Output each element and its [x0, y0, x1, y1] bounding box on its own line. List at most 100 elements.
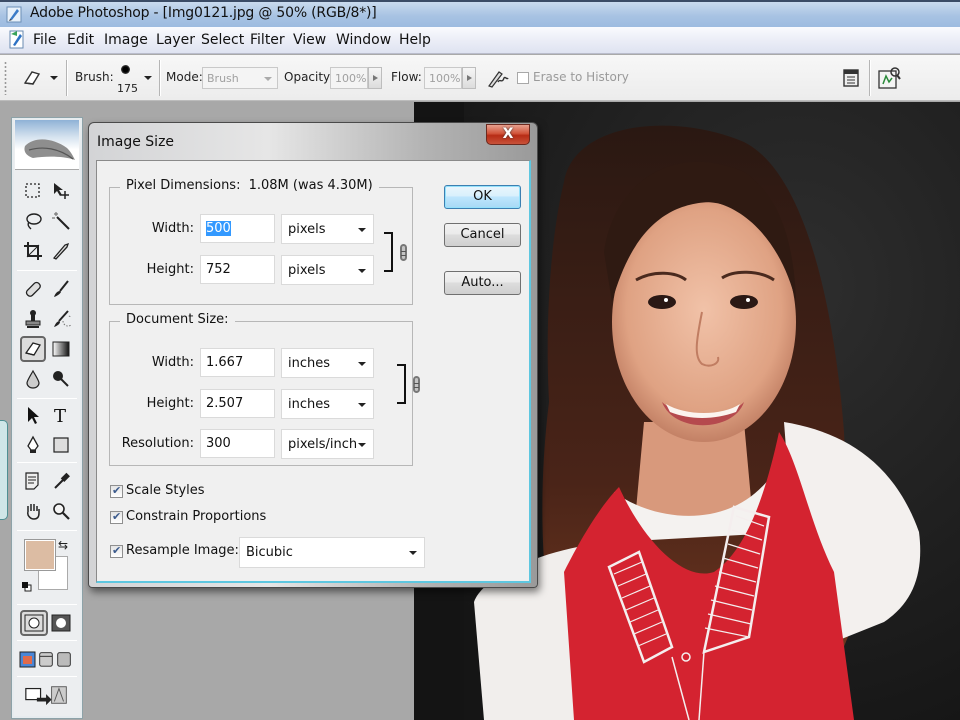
menu-window[interactable]: Window	[336, 32, 391, 48]
tool-options-palette-icon[interactable]	[842, 68, 860, 88]
resolution-unit-select[interactable]: pixels/inch	[281, 429, 374, 459]
document-height-unit-select[interactable]: inches	[281, 389, 374, 419]
eraser-icon[interactable]	[22, 68, 42, 88]
options-bar-grip[interactable]	[4, 61, 7, 95]
menu-view[interactable]: View	[293, 32, 326, 48]
blur-tool[interactable]	[20, 366, 46, 392]
pixel-height-unit-select[interactable]: pixels	[281, 255, 374, 285]
dodge-icon	[53, 371, 69, 387]
scale-styles-checkbox[interactable]	[110, 484, 123, 498]
pixel-height-input[interactable]: 752	[200, 255, 275, 284]
collapsed-panel-edge[interactable]	[0, 420, 8, 520]
opacity-slider-button[interactable]	[368, 67, 382, 89]
brush-tool[interactable]	[48, 276, 74, 302]
flow-slider-button[interactable]	[462, 67, 476, 89]
flow-input[interactable]: 100%	[424, 67, 462, 89]
brush-preview-icon[interactable]	[121, 65, 130, 74]
menu-image[interactable]: Image	[104, 32, 148, 48]
erase-to-history-checkbox[interactable]	[517, 72, 529, 84]
opacity-label: Opacity:	[284, 70, 334, 84]
brush-size: 175	[117, 82, 138, 95]
magic-wand-tool[interactable]	[48, 208, 74, 234]
rectangular-marquee-tool[interactable]	[20, 178, 46, 204]
pixel-dimensions-header: Pixel Dimensions: 1.08M (was 4.30M)	[120, 178, 379, 193]
file-browser-icon[interactable]	[876, 65, 902, 91]
menu-select[interactable]: Select	[201, 32, 244, 48]
menu-help[interactable]: Help	[399, 32, 431, 48]
document-height-input[interactable]: 2.507	[200, 389, 275, 418]
jump-to-imageready-button[interactable]	[22, 682, 72, 708]
eraser-tool[interactable]	[20, 336, 46, 362]
clone-stamp-tool[interactable]	[20, 306, 46, 332]
crop-tool[interactable]	[20, 238, 46, 264]
menu-file[interactable]: File	[33, 32, 56, 48]
document-width-input[interactable]: 1.667	[200, 348, 275, 377]
ok-button[interactable]: OK	[444, 185, 521, 209]
resample-method-select[interactable]: Bicubic	[239, 537, 425, 568]
swap-colors-icon[interactable]: ⇆	[58, 538, 68, 552]
pixel-height-label: Height:	[146, 262, 194, 277]
foreground-color-swatch[interactable]	[24, 539, 56, 571]
resample-image-checkbox[interactable]	[110, 544, 123, 558]
eraser-icon	[24, 342, 41, 356]
opacity-input[interactable]: 100%	[330, 67, 368, 89]
constrain-proportions-checkbox[interactable]	[110, 510, 123, 524]
auto-button[interactable]: Auto...	[444, 271, 521, 295]
menu-filter[interactable]: Filter	[250, 32, 285, 48]
resolution-label: Resolution:	[121, 436, 194, 451]
imageready-icon	[25, 686, 67, 706]
standard-screen-mode-button[interactable]	[18, 646, 38, 672]
menu-layer[interactable]: Layer	[156, 32, 195, 48]
zoom-tool[interactable]	[48, 498, 74, 524]
history-brush-tool[interactable]	[48, 306, 74, 332]
photoshop-feather-logo	[24, 139, 75, 160]
shape-tool[interactable]	[48, 432, 74, 458]
resolution-input[interactable]: 300	[200, 429, 275, 458]
lasso-tool[interactable]	[20, 208, 46, 234]
close-button[interactable]: X	[486, 124, 530, 145]
document-height-label: Height:	[146, 396, 194, 411]
document-width-unit-select[interactable]: inches	[281, 348, 374, 378]
notes-tool[interactable]	[20, 468, 46, 494]
pen-tool[interactable]	[20, 432, 46, 458]
tool-preset-dropdown-icon[interactable]	[50, 76, 58, 80]
healing-brush-tool[interactable]	[20, 276, 46, 302]
type-tool[interactable]: T	[48, 402, 74, 428]
mode-value: Brush	[207, 72, 239, 85]
chevron-down-icon	[358, 228, 366, 232]
tools-palette-header[interactable]	[15, 120, 79, 170]
erase-to-history-label: Erase to History	[533, 70, 629, 84]
quick-mask-icon	[51, 614, 71, 632]
brush-picker-dropdown-icon[interactable]	[144, 76, 152, 80]
pixel-width-input[interactable]: 500	[200, 214, 275, 243]
path-selection-tool[interactable]	[20, 402, 46, 428]
close-icon: X	[502, 126, 514, 142]
type-icon: T	[54, 406, 66, 425]
airbrush-icon[interactable]	[486, 66, 510, 90]
dodge-tool[interactable]	[48, 366, 74, 392]
menu-edit[interactable]: Edit	[67, 32, 94, 48]
cancel-button[interactable]: Cancel	[444, 223, 521, 247]
dialog-title: Image Size	[97, 134, 175, 150]
quick-mask-mode-button[interactable]	[48, 610, 74, 636]
mode-select[interactable]: Brush	[202, 67, 278, 89]
photoshop-document-icon[interactable]	[8, 30, 26, 50]
pixel-width-label: Width:	[151, 221, 194, 236]
chevron-down-icon	[264, 77, 272, 81]
chevron-down-icon	[358, 362, 366, 366]
hand-icon	[27, 504, 40, 520]
eyedropper-tool[interactable]	[48, 468, 74, 494]
tool-group-divider	[17, 604, 77, 605]
move-tool[interactable]	[48, 178, 74, 204]
full-screen-mode-button[interactable]	[55, 646, 73, 672]
default-colors-icon[interactable]	[22, 582, 32, 592]
chain-link-icon	[400, 244, 407, 261]
standard-mode-button[interactable]	[20, 610, 48, 636]
slice-tool[interactable]	[48, 238, 74, 264]
pixel-width-unit-select[interactable]: pixels	[281, 214, 374, 244]
full-screen-menu-mode-button[interactable]	[37, 646, 55, 672]
gradient-tool[interactable]	[48, 336, 74, 362]
tool-group-divider	[17, 676, 77, 677]
chevron-down-icon	[358, 269, 366, 273]
hand-tool[interactable]	[20, 498, 46, 524]
